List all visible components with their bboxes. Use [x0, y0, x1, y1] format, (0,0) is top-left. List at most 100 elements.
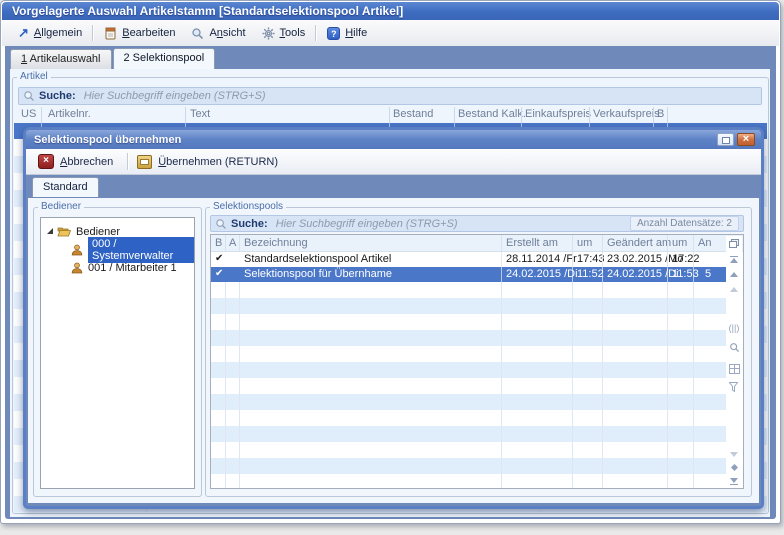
col-b[interactable]: B — [657, 108, 664, 120]
scroll-down-icon[interactable] — [728, 452, 740, 457]
user-icon — [71, 244, 83, 256]
main-tabstrip: 1 Artikelauswahl 2 Selektionspool — [10, 47, 215, 69]
apply-icon — [137, 155, 152, 169]
user-icon — [71, 262, 83, 274]
tree-item-systemverwalter[interactable]: 000 / Systemverwalter — [41, 241, 194, 258]
marker-icon[interactable] — [728, 465, 740, 470]
table-nav-strip: (||) — [726, 236, 742, 487]
cell-erstellt-um: 17:43 — [577, 253, 605, 265]
pools-search-bar[interactable]: Suche: Anzahl Datensätze: 2 — [210, 215, 744, 232]
screen: Vorgelagerte Auswahl Artikelstamm [Stand… — [0, 0, 784, 535]
menu-item-hilfe[interactable]: ? Hilfe — [319, 25, 375, 42]
close-icon: × — [743, 133, 749, 145]
menu-separator — [315, 25, 317, 41]
column-chooser-icon[interactable] — [729, 239, 738, 247]
dialog-selektionspool-uebernehmen: Selektionspool übernehmen × × Abbrechen … — [23, 127, 764, 509]
cell-erstellt-am: 24.02.2015 /Di — [506, 268, 578, 280]
goto-bottom-icon[interactable] — [728, 478, 740, 485]
menu-item-tools[interactable]: Tools — [254, 25, 314, 42]
restore-icon — [722, 137, 730, 144]
menu-label: Tools — [280, 27, 306, 39]
menu-label: Allgemein — [34, 27, 82, 39]
cell-erstellt-am: 28.11.2014 /Fr — [506, 253, 577, 265]
table-search-icon[interactable] — [728, 342, 740, 353]
artikel-search-bar[interactable]: Suche: — [18, 87, 762, 105]
scroll-up-icon[interactable] — [728, 272, 740, 277]
artikel-group-label: Artikel — [17, 71, 51, 83]
col-um-2[interactable]: um — [672, 237, 687, 249]
tab-standard[interactable]: Standard — [32, 177, 99, 197]
cell-geaendert-um: 17:22 — [672, 253, 700, 265]
col-verkaufspreis[interactable]: Verkaufspreis — [593, 108, 660, 120]
bediener-tree-panel: Bediener 000 / Systemverwalter 001 / Mit… — [40, 217, 195, 489]
arrow-up-right-icon: ↗ — [18, 27, 29, 39]
menu-label: Hilfe — [345, 27, 367, 39]
col-an[interactable]: An — [698, 237, 711, 249]
pool-row-selected-uebernahme[interactable]: ✔ Selektionspool für Übernhame 24.02.201… — [211, 267, 726, 282]
dialog-close-button[interactable]: × — [737, 133, 755, 146]
dialog-titlebar: Selektionspool übernehmen — [26, 130, 761, 149]
grid-view-icon[interactable] — [728, 364, 740, 374]
help-icon: ? — [327, 27, 340, 40]
checked-icon: ✔ — [215, 253, 223, 264]
filter-icon[interactable] — [728, 382, 740, 392]
menu-item-allgemein[interactable]: ↗ Allgemein — [10, 25, 90, 41]
pools-group-label: Selektionspools — [210, 201, 286, 213]
col-um-1[interactable]: um — [577, 237, 592, 249]
tree-expander-icon[interactable] — [47, 228, 53, 234]
col-artikelnr[interactable]: Artikelnr. — [48, 108, 91, 120]
cell-bezeichnung: Selektionspool für Übernhame — [244, 268, 392, 280]
records-icon[interactable]: (||) — [728, 324, 740, 332]
col-a[interactable]: A — [229, 237, 236, 249]
search-label: Suche: — [231, 218, 268, 230]
menu-label: Ansicht — [209, 27, 245, 39]
pools-table-panel: B A Bezeichnung Erstellt am um Geändert … — [210, 234, 744, 489]
tree-item-mitarbeiter1[interactable]: 001 / Mitarbeiter 1 — [41, 259, 194, 276]
col-bestand[interactable]: Bestand — [393, 108, 433, 120]
search-icon — [23, 90, 35, 102]
pools-empty-rows — [211, 282, 726, 488]
col-text[interactable]: Text — [190, 108, 210, 120]
goto-top-icon[interactable] — [728, 256, 740, 263]
dialog-title: Selektionspool übernehmen — [26, 134, 181, 146]
window-titlebar: Vorgelagerte Auswahl Artikelstamm [Stand… — [2, 2, 779, 20]
artikel-search-input[interactable] — [82, 89, 757, 103]
menu-item-ansicht[interactable]: Ansicht — [183, 25, 253, 42]
tab-artikelauswahl[interactable]: 1 Artikelauswahl — [10, 49, 112, 69]
window-title: Vorgelagerte Auswahl Artikelstamm [Stand… — [2, 4, 403, 18]
apply-label: Übernehmen (RETURN) — [158, 156, 278, 168]
col-erstellt-am[interactable]: Erstellt am — [506, 237, 558, 249]
scroll-up-page-icon[interactable] — [728, 287, 740, 292]
cell-geaendert-um: 11:53 — [672, 268, 699, 280]
record-count-badge: Anzahl Datensätze: 2 — [630, 216, 739, 231]
cancel-button[interactable]: × Abbrechen — [36, 152, 121, 171]
tab-selektionspool[interactable]: 2 Selektionspool — [113, 48, 216, 69]
pool-row-standardselektionspool[interactable]: ✔ Standardselektionspool Artikel 28.11.2… — [211, 252, 726, 267]
dialog-restore-button[interactable] — [717, 133, 734, 146]
col-b[interactable]: B — [215, 237, 222, 249]
folder-open-icon — [57, 226, 71, 237]
col-einkaufspreis[interactable]: Einkaufspreis — [525, 108, 591, 120]
checked-icon: ✔ — [215, 268, 223, 279]
apply-button[interactable]: Übernehmen (RETURN) — [135, 153, 286, 171]
menu-separator — [92, 25, 94, 41]
notebook-icon — [104, 27, 117, 40]
pools-groupbox: Selektionspools Suche: Anzahl Datensätze… — [205, 207, 752, 497]
cell-bezeichnung: Standardselektionspool Artikel — [244, 253, 391, 265]
toolbar-separator — [127, 153, 129, 170]
cell-erstellt-um: 11:52 — [577, 268, 604, 280]
col-bestand-kalk[interactable]: Bestand Kalk. — [458, 108, 526, 120]
dialog-tab-page: Bediener Bediener 000 / Systemverwalter — [28, 198, 759, 503]
col-us[interactable]: US — [21, 108, 36, 120]
cancel-x-icon: × — [38, 154, 54, 169]
bediener-group-label: Bediener — [38, 201, 84, 213]
col-bezeichnung[interactable]: Bezeichnung — [244, 237, 308, 249]
dialog-toolbar: × Abbrechen Übernehmen (RETURN) — [26, 149, 761, 175]
col-geaendert-am[interactable]: Geändert am — [607, 237, 671, 249]
cancel-label: Abbrechen — [60, 156, 113, 168]
pools-search-input[interactable] — [274, 217, 630, 231]
menu-item-bearbeiten[interactable]: Bearbeiten — [96, 25, 183, 42]
cell-an: 5 — [705, 268, 711, 280]
menu-label: Bearbeiten — [122, 27, 175, 39]
bediener-groupbox: Bediener Bediener 000 / Systemverwalter — [33, 207, 202, 497]
